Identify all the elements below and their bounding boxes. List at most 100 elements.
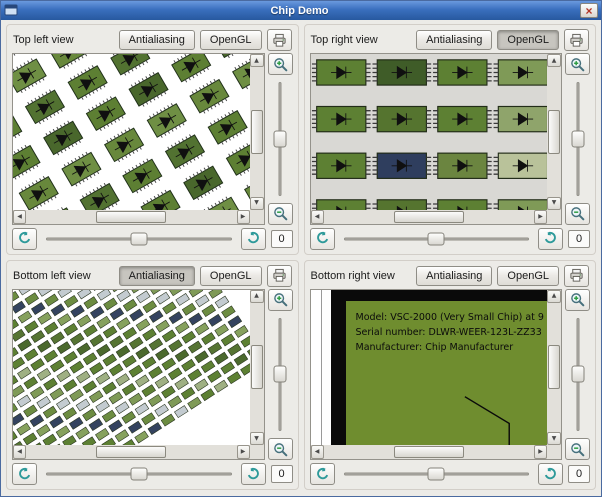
scrollbar-track[interactable] <box>548 68 560 196</box>
scrollbar-track[interactable] <box>325 446 534 458</box>
scroll-down-button[interactable]: ▼ <box>249 432 264 445</box>
rotate-slider-handle[interactable] <box>427 232 445 245</box>
scroll-left-button[interactable]: ◀ <box>310 209 324 224</box>
rotate-left-button[interactable] <box>309 463 335 485</box>
rotate-controls: 0 <box>12 460 293 486</box>
rotate-left-button[interactable] <box>12 463 37 485</box>
print-button[interactable] <box>564 29 589 51</box>
zoom-slider-handle[interactable] <box>273 365 287 383</box>
opengl-button[interactable]: OpenGL <box>497 265 559 286</box>
opengl-button[interactable]: OpenGL <box>199 265 262 286</box>
zoom-out-button[interactable] <box>565 438 590 460</box>
zoom-slider[interactable] <box>569 78 587 200</box>
printer-icon <box>570 33 583 47</box>
horizontal-scrollbar[interactable]: ◀ ▶ <box>13 445 250 459</box>
print-button[interactable] <box>564 264 589 287</box>
view-title: Top right view <box>310 34 378 46</box>
vertical-scrollbar[interactable]: ▲ ▼ <box>547 289 561 445</box>
scroll-right-button[interactable]: ▶ <box>236 209 250 224</box>
zoom-slider[interactable] <box>271 78 289 200</box>
scroll-up-button[interactable]: ▲ <box>547 289 561 303</box>
rotate-slider[interactable] <box>42 465 236 483</box>
rotate-left-icon <box>19 231 31 244</box>
opengl-button[interactable]: OpenGL <box>497 30 559 50</box>
scrollbar-handle[interactable] <box>393 446 464 458</box>
zoom-in-icon <box>273 57 287 71</box>
scroll-down-button[interactable]: ▼ <box>249 196 264 210</box>
print-button[interactable] <box>266 264 292 287</box>
rotate-right-button[interactable] <box>538 227 563 250</box>
scrollbar-track[interactable] <box>250 68 263 196</box>
scroll-right-button[interactable]: ▶ <box>534 445 547 459</box>
zoom-out-button[interactable] <box>267 438 293 460</box>
scrollbar-track[interactable] <box>250 304 263 432</box>
rotate-left-button[interactable] <box>309 227 335 250</box>
rotate-slider[interactable] <box>42 230 236 248</box>
antialiasing-button[interactable]: Antialiasing <box>118 265 195 286</box>
rotate-slider[interactable] <box>340 465 534 483</box>
scrollbar-handle[interactable] <box>96 446 167 458</box>
scroll-left-button[interactable]: ◀ <box>13 209 26 224</box>
rotate-slider-handle[interactable] <box>130 467 148 481</box>
rotate-right-button[interactable] <box>538 463 563 485</box>
zoom-out-icon <box>273 442 287 456</box>
zoom-in-icon <box>273 292 287 307</box>
zoom-in-button[interactable] <box>565 288 590 311</box>
zoom-out-button[interactable] <box>267 202 293 225</box>
zoom-slider[interactable] <box>271 314 289 436</box>
rotate-slider-handle[interactable] <box>130 232 148 245</box>
scrollbar-track[interactable] <box>27 210 236 223</box>
scroll-left-button[interactable]: ◀ <box>310 445 324 459</box>
scroll-down-button[interactable]: ▼ <box>547 432 561 445</box>
scrollbar-handle[interactable] <box>548 345 560 390</box>
opengl-button[interactable]: OpenGL <box>199 30 262 50</box>
zoom-out-button[interactable] <box>565 202 590 225</box>
vertical-scrollbar[interactable]: ▲ ▼ <box>249 289 264 445</box>
scroll-down-button[interactable]: ▼ <box>547 196 561 210</box>
scroll-left-button[interactable]: ◀ <box>13 445 26 459</box>
rotate-right-button[interactable] <box>240 227 266 250</box>
zoom-slider-handle[interactable] <box>571 130 584 148</box>
scroll-right-button[interactable]: ▶ <box>534 209 547 224</box>
chips-canvas <box>311 59 547 210</box>
scrollbar-track[interactable] <box>27 446 236 458</box>
print-button[interactable] <box>266 29 292 51</box>
rotate-left-button[interactable] <box>12 227 37 250</box>
antialiasing-button[interactable]: Antialiasing <box>416 265 493 286</box>
scrollbar-handle[interactable] <box>393 210 464 223</box>
title-bar[interactable]: Chip Demo × <box>1 1 601 20</box>
rotate-slider[interactable] <box>340 230 534 248</box>
antialiasing-button[interactable]: Antialiasing <box>416 30 493 50</box>
horizontal-scrollbar[interactable]: ◀ ▶ <box>310 445 547 459</box>
rotate-right-icon <box>544 466 556 479</box>
zoom-slider-handle[interactable] <box>571 365 584 383</box>
horizontal-scrollbar[interactable]: ◀ ▶ <box>310 209 547 224</box>
close-button[interactable]: × <box>580 3 598 18</box>
scroll-up-button[interactable]: ▲ <box>249 289 264 303</box>
graphics-scene[interactable]: Model: VSC-2000 (Very Small Chip) at 9 S… <box>310 289 547 445</box>
zoom-slider-handle[interactable] <box>273 130 287 148</box>
scroll-up-button[interactable]: ▲ <box>249 54 264 67</box>
zoom-in-button[interactable] <box>267 288 293 311</box>
graphics-scene[interactable] <box>310 54 547 210</box>
scrollbar-handle[interactable] <box>548 109 560 154</box>
scrollbar-track[interactable] <box>548 304 560 432</box>
main-content: Top left view Antialiasing OpenGL ▲ ▼ ◀ … <box>1 20 601 496</box>
zoom-in-button[interactable] <box>267 53 293 75</box>
scroll-up-button[interactable]: ▲ <box>547 54 561 67</box>
scrollbar-handle[interactable] <box>96 210 167 223</box>
horizontal-scrollbar[interactable]: ◀ ▶ <box>13 209 250 224</box>
vertical-scrollbar[interactable]: ▲ ▼ <box>547 54 561 210</box>
scrollbar-track[interactable] <box>325 210 534 223</box>
rotate-right-button[interactable] <box>240 463 266 485</box>
graphics-scene[interactable] <box>13 289 250 445</box>
zoom-in-button[interactable] <box>565 53 590 75</box>
scrollbar-handle[interactable] <box>250 109 263 154</box>
vertical-scrollbar[interactable]: ▲ ▼ <box>249 54 264 210</box>
scroll-right-button[interactable]: ▶ <box>236 445 250 459</box>
rotate-slider-handle[interactable] <box>427 467 445 481</box>
antialiasing-button[interactable]: Antialiasing <box>118 30 195 50</box>
graphics-scene[interactable] <box>13 54 250 210</box>
zoom-slider[interactable] <box>569 314 587 436</box>
scrollbar-handle[interactable] <box>250 345 263 390</box>
